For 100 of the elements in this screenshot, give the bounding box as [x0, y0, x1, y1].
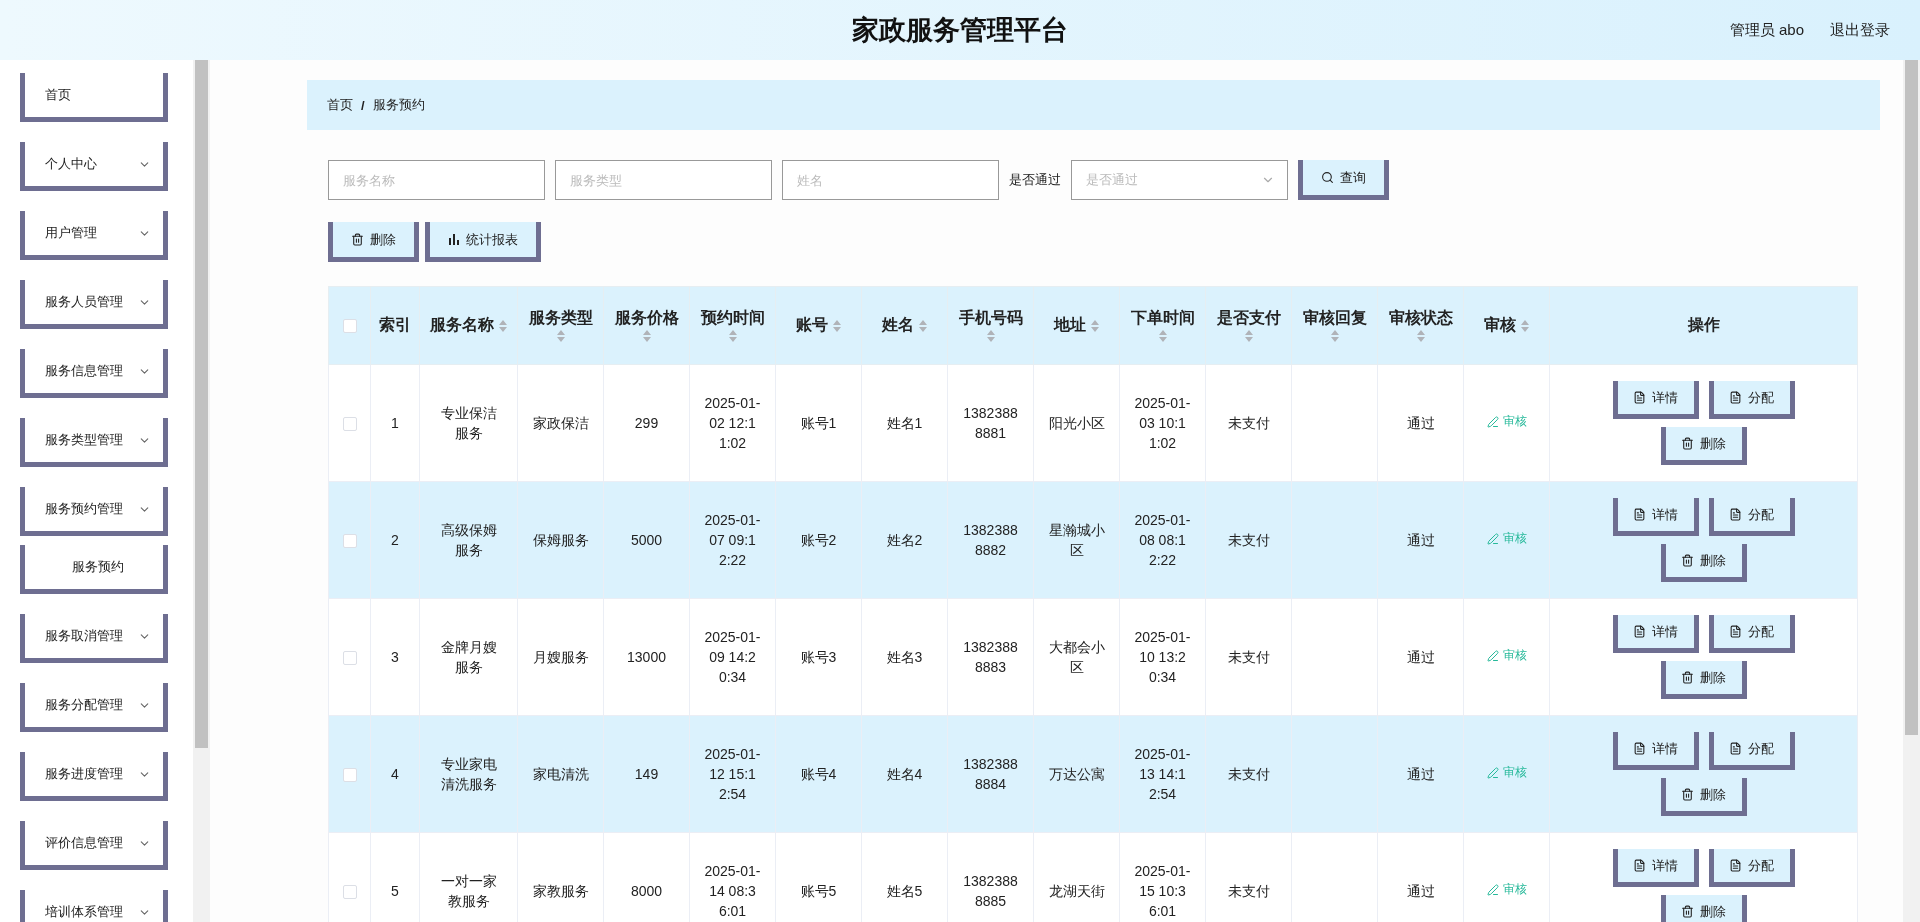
pen-icon	[1486, 766, 1499, 779]
action-button[interactable]: 分配	[1708, 381, 1795, 419]
table-cell: 高级保姆服务	[440, 521, 497, 558]
search-field[interactable]: 服务类型	[555, 160, 772, 200]
table-cell: 阳光小区	[1048, 414, 1105, 431]
table-cell: 2025-01-13 14:12:54	[1134, 745, 1191, 803]
toolbar-button[interactable]: 统计报表	[425, 222, 541, 262]
action-button[interactable]: 分配	[1708, 498, 1795, 536]
document-icon	[1633, 625, 1646, 638]
table-cell: 13823888882	[963, 521, 1018, 558]
table-cell: 专业家电清洗服务	[440, 755, 497, 792]
column-header: 服务价格	[614, 308, 679, 328]
sort-icon[interactable]	[831, 318, 842, 333]
sort-icon[interactable]	[1089, 318, 1100, 333]
action-button[interactable]: 详情	[1612, 849, 1699, 887]
trash-icon	[1681, 788, 1694, 801]
search-icon	[1321, 171, 1334, 184]
sidebar-item[interactable]: 服务类型管理	[20, 418, 168, 467]
sort-icon[interactable]	[1157, 329, 1168, 343]
sort-icon[interactable]	[555, 329, 566, 343]
row-checkbox[interactable]	[343, 885, 357, 900]
query-button[interactable]: 查询	[1298, 160, 1389, 200]
table-cell: 金牌月嫂服务	[440, 638, 497, 675]
document-icon	[1633, 742, 1646, 755]
sidebar-item[interactable]: 服务信息管理	[20, 349, 168, 398]
table-cell: 万达公寓	[1048, 765, 1105, 782]
sort-icon[interactable]	[1243, 329, 1254, 343]
breadcrumb-separator: /	[361, 97, 365, 113]
sort-icon[interactable]	[1329, 329, 1340, 343]
action-button[interactable]: 分配	[1708, 732, 1795, 770]
document-icon	[1729, 508, 1742, 521]
sidebar-item[interactable]: 评价信息管理	[20, 821, 168, 870]
action-button[interactable]: 分配	[1708, 849, 1795, 887]
sort-icon[interactable]	[1519, 318, 1530, 333]
breadcrumb-item[interactable]: 首页	[327, 96, 353, 114]
table-cell: 账号2	[800, 531, 837, 548]
action-button[interactable]: 删除	[1660, 778, 1747, 816]
table-cell: 8000	[630, 882, 663, 899]
sidebar-item[interactable]: 用户管理	[20, 211, 168, 260]
row-checkbox[interactable]	[343, 417, 357, 432]
column-header: 预约时间	[700, 308, 765, 328]
table-cell: 13823888885	[963, 872, 1018, 909]
action-button[interactable]: 详情	[1612, 498, 1699, 536]
trash-icon	[1681, 671, 1694, 684]
sort-icon[interactable]	[985, 329, 996, 343]
table-cell: 2	[391, 531, 399, 548]
table-cell: 家政保洁	[532, 414, 589, 431]
action-button[interactable]: 删除	[1660, 544, 1747, 582]
search-field[interactable]: 服务名称	[328, 160, 545, 200]
sidebar-item[interactable]: 服务人员管理	[20, 280, 168, 329]
table-cell: 2025-01-09 14:20:34	[704, 628, 761, 686]
row-checkbox[interactable]	[343, 534, 357, 549]
sidebar-item[interactable]: 个人中心	[20, 142, 168, 191]
column-header: 服务类型	[528, 308, 593, 328]
action-button[interactable]: 删除	[1660, 427, 1747, 465]
sidebar-item[interactable]: 服务预约管理	[20, 487, 168, 536]
sort-icon[interactable]	[497, 318, 508, 333]
column-header: 地址	[1053, 315, 1086, 335]
trash-icon	[1681, 905, 1694, 918]
table-cell: 家电清洗	[532, 765, 589, 782]
row-checkbox[interactable]	[343, 651, 357, 666]
action-button[interactable]: 删除	[1660, 661, 1747, 699]
sidebar-item[interactable]: 服务取消管理	[20, 614, 168, 663]
sort-icon[interactable]	[727, 329, 738, 343]
table-cell: 1	[391, 414, 399, 431]
table-cell: 未支付	[1227, 648, 1270, 665]
sidebar-scrollbar[interactable]	[193, 60, 210, 922]
document-icon	[1729, 742, 1742, 755]
action-button[interactable]: 详情	[1612, 615, 1699, 653]
action-button[interactable]: 详情	[1612, 732, 1699, 770]
sidebar-item[interactable]: 服务进度管理	[20, 752, 168, 801]
table-cell: 2025-01-14 08:36:01	[704, 862, 761, 920]
sort-icon[interactable]	[1415, 329, 1426, 343]
sidebar-item[interactable]: 培训体系管理	[20, 890, 168, 922]
sort-icon[interactable]	[917, 318, 928, 333]
column-header: 下单时间	[1130, 308, 1195, 328]
action-button[interactable]: 删除	[1660, 895, 1747, 922]
sidebar-subitem[interactable]: 服务预约	[20, 545, 168, 594]
breadcrumb-item[interactable]: 服务预约	[372, 96, 425, 114]
action-button[interactable]: 详情	[1612, 381, 1699, 419]
page-scrollbar[interactable]	[1903, 60, 1920, 922]
row-checkbox[interactable]	[343, 768, 357, 783]
bar-chart-icon	[448, 234, 460, 245]
table-cell: 保姆服务	[532, 531, 589, 548]
select-all-checkbox[interactable]	[342, 319, 357, 334]
table-cell: 一对一家教服务	[440, 872, 497, 909]
toolbar-button[interactable]: 删除	[328, 222, 419, 262]
action-button[interactable]: 分配	[1708, 615, 1795, 653]
table-cell: 未支付	[1227, 882, 1270, 899]
sidebar-item[interactable]: 服务分配管理	[20, 683, 168, 732]
column-header: 手机号码	[958, 308, 1023, 328]
table-cell: 13823888881	[963, 404, 1018, 441]
logout-link[interactable]: 退出登录	[1830, 20, 1890, 40]
sort-icon[interactable]	[641, 329, 652, 343]
document-icon	[1633, 508, 1646, 521]
search-field[interactable]: 姓名	[782, 160, 999, 200]
table-cell: 姓名4	[886, 765, 923, 782]
pen-icon	[1486, 883, 1499, 896]
sidebar-item[interactable]: 首页	[20, 73, 168, 122]
table-cell: 299	[634, 414, 659, 431]
